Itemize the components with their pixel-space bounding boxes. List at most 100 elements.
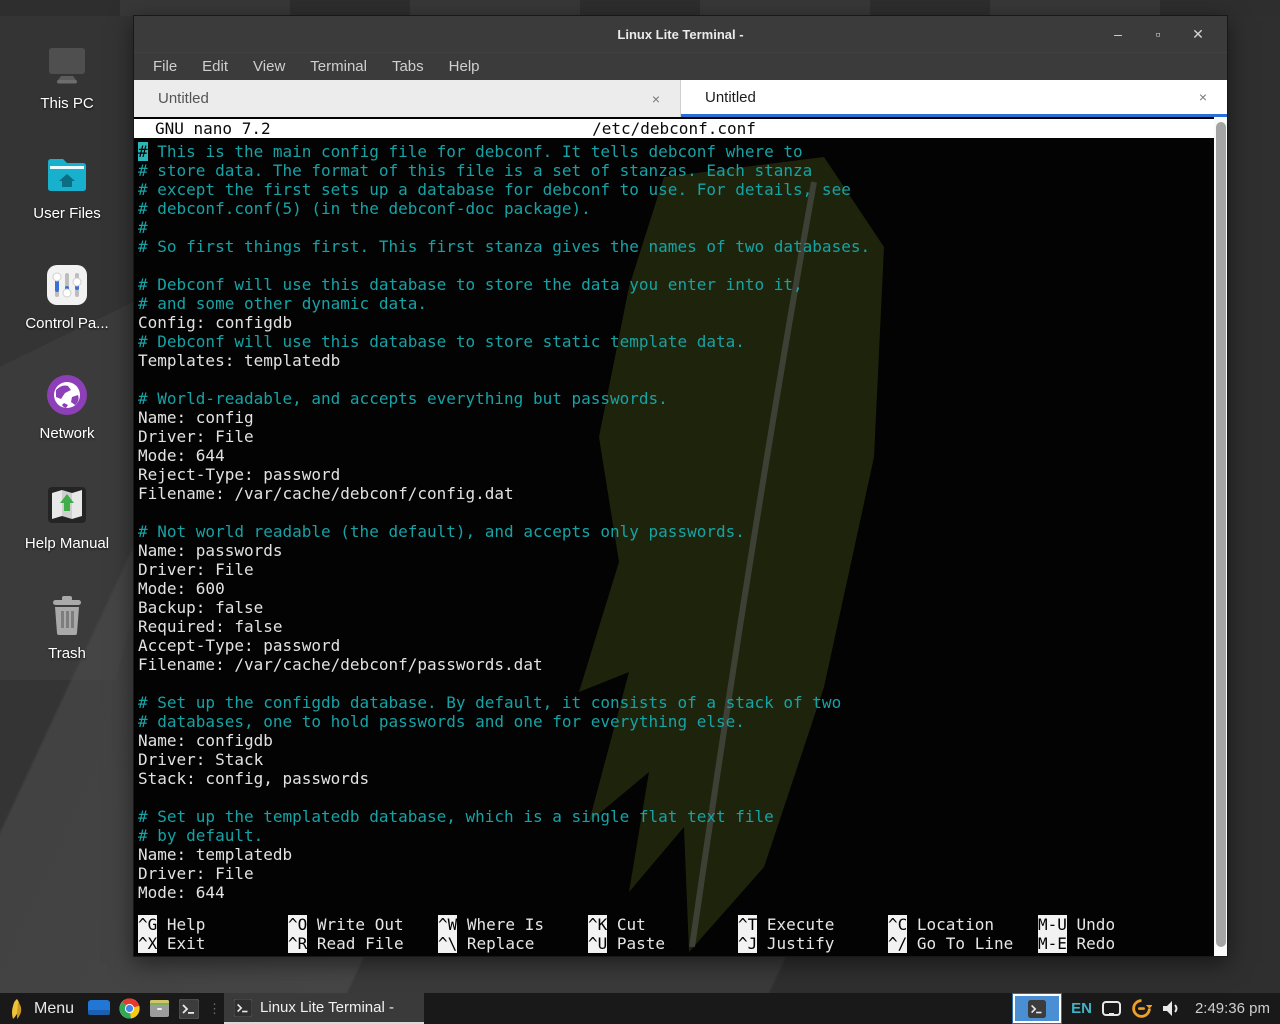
terminal-line: Filename: /var/cache/debconf/config.dat: [138, 484, 1213, 503]
menu-terminal[interactable]: Terminal: [304, 56, 373, 77]
menu-help[interactable]: Help: [443, 56, 486, 77]
desktop-icon-control-panel[interactable]: Control Pa...: [0, 248, 134, 358]
terminal-icon: [1028, 1000, 1046, 1018]
terminal-line: Name: configdb: [138, 731, 1213, 750]
tab-label: Untitled: [158, 90, 209, 107]
launcher-file-manager[interactable]: [144, 993, 174, 1024]
shortcut-key: ^/: [888, 934, 907, 953]
menu-view[interactable]: View: [247, 56, 291, 77]
nano-shortcut-execute: ^T Execute: [738, 915, 888, 934]
terminal-line: Required: false: [138, 617, 1213, 636]
taskbar: Menu: [0, 993, 1280, 1024]
terminal-content[interactable]: /etc/debconf.conf GNU nano 7.2 # This is…: [134, 117, 1227, 956]
user-files-folder-icon: [42, 150, 92, 200]
nano-filename: /etc/debconf.conf: [134, 119, 1214, 138]
shortcut-key: ^T: [738, 915, 757, 934]
terminal-line: Accept-Type: password: [138, 636, 1213, 655]
menu-edit[interactable]: Edit: [196, 56, 234, 77]
nano-shortcut-justify: ^J Justify: [738, 934, 888, 953]
shortcut-key: ^X: [138, 934, 157, 953]
menu-button-label: Menu: [34, 1000, 74, 1018]
display-icon[interactable]: [1102, 1001, 1121, 1016]
launcher-chrome[interactable]: [114, 993, 144, 1024]
maximize-button[interactable]: ▫: [1145, 22, 1171, 46]
desktop-icon-network[interactable]: Network: [0, 358, 134, 468]
desktop-icon-label: Trash: [48, 645, 86, 662]
linux-lite-logo-icon: [8, 998, 26, 1020]
terminal-line: Mode: 644: [138, 883, 1213, 902]
desktop-icon-user-files[interactable]: User Files: [0, 138, 134, 248]
terminal-line: # Set up the configdb database. By defau…: [138, 693, 1213, 712]
terminal-line: [138, 788, 1213, 807]
nano-shortcut-go-to-line: ^/ Go To Line: [888, 934, 1038, 953]
terminal-line: # except the first sets up a database fo…: [138, 180, 1213, 199]
taskbar-separator: ⋮: [204, 1001, 224, 1017]
menu-bar: File Edit View Terminal Tabs Help: [134, 52, 1227, 80]
nano-shortcut-help: ^G Help: [138, 915, 288, 934]
terminal-line: Driver: File: [138, 560, 1213, 579]
terminal-line: Name: config: [138, 408, 1213, 427]
taskbar-left: Menu: [0, 993, 424, 1024]
terminal-line: Reject-Type: password: [138, 465, 1213, 484]
desktop-icon-help-manual[interactable]: Help Manual: [0, 468, 134, 578]
tray-active-window-preview[interactable]: [1013, 994, 1061, 1023]
terminal-line: Config: configdb: [138, 313, 1213, 332]
launcher-desktop[interactable]: [84, 993, 114, 1024]
shortcut-key: ^J: [738, 934, 757, 953]
network-globe-icon: [42, 370, 92, 420]
menu-button[interactable]: Menu: [0, 993, 84, 1024]
nano-shortcut-bar: ^G Help^O Write Out^W Where Is^K Cut^T E…: [138, 915, 1188, 953]
desktop-icon-this-pc[interactable]: This PC: [0, 28, 134, 138]
terminal-line: [138, 674, 1213, 693]
clock[interactable]: 2:49:36 pm: [1191, 1000, 1270, 1017]
shortcut-key: ^K: [588, 915, 607, 934]
close-button[interactable]: ✕: [1185, 22, 1211, 46]
nano-shortcut-exit: ^X Exit: [138, 934, 288, 953]
nano-shortcut-cut: ^K Cut: [588, 915, 738, 934]
control-panel-icon: [42, 260, 92, 310]
terminal-line: [138, 370, 1213, 389]
terminal-line: # Set up the templatedb database, which …: [138, 807, 1213, 826]
keyboard-layout-indicator[interactable]: EN: [1071, 1000, 1092, 1017]
updates-icon[interactable]: [1131, 998, 1152, 1019]
tab-untitled-1[interactable]: Untitled ×: [134, 80, 681, 117]
launcher-terminal[interactable]: [174, 993, 204, 1024]
terminal-window: Linux Lite Terminal - – ▫ ✕ File Edit View…: [133, 15, 1228, 957]
desktop-icon-column: This PC User Files Control Pa...: [0, 28, 134, 688]
terminal-line: Name: passwords: [138, 541, 1213, 560]
task-button-terminal[interactable]: Linux Lite Terminal -: [224, 993, 424, 1024]
terminal-line: # debconf.conf(5) (in the debconf-doc pa…: [138, 199, 1213, 218]
nano-shortcut-location: ^C Location: [888, 915, 1038, 934]
scrollbar-thumb[interactable]: [1216, 122, 1226, 947]
menu-file[interactable]: File: [147, 56, 183, 77]
shortcut-key: ^U: [588, 934, 607, 953]
tab-untitled-2[interactable]: Untitled ×: [681, 80, 1227, 117]
volume-icon[interactable]: [1162, 1000, 1181, 1017]
tab-close-icon[interactable]: ×: [648, 89, 664, 109]
terminal-line: Templates: templatedb: [138, 351, 1213, 370]
terminal-scrollbar[interactable]: [1214, 117, 1227, 956]
tab-close-icon[interactable]: ×: [1195, 87, 1211, 107]
desktop-icon-trash[interactable]: Trash: [0, 578, 134, 688]
nano-cursor: #: [138, 142, 148, 161]
wallpaper-pattern-top: [0, 0, 1280, 16]
desktop-icon-label: Help Manual: [25, 535, 109, 552]
terminal-line: [138, 503, 1213, 522]
tab-bar: Untitled × Untitled ×: [134, 80, 1227, 117]
terminal-line: Backup: false: [138, 598, 1213, 617]
terminal-icon: [179, 999, 199, 1019]
terminal-icon: [234, 999, 252, 1017]
desktop-icon-label: Control Pa...: [25, 315, 108, 332]
terminal-line: # So first things first. This first stan…: [138, 237, 1213, 256]
terminal-line: Name: templatedb: [138, 845, 1213, 864]
menu-tabs[interactable]: Tabs: [386, 56, 430, 77]
minimize-button[interactable]: –: [1105, 22, 1131, 46]
window-titlebar[interactable]: Linux Lite Terminal - – ▫ ✕: [134, 16, 1227, 52]
terminal-line: Mode: 644: [138, 446, 1213, 465]
window-controls: – ▫ ✕: [1105, 22, 1227, 46]
nano-shortcut-redo: M-E Redo: [1038, 934, 1188, 953]
blue-panel-icon: [88, 1000, 110, 1017]
nano-header: /etc/debconf.conf GNU nano 7.2: [134, 119, 1214, 138]
terminal-line: Driver: Stack: [138, 750, 1213, 769]
terminal-line: # by default.: [138, 826, 1213, 845]
